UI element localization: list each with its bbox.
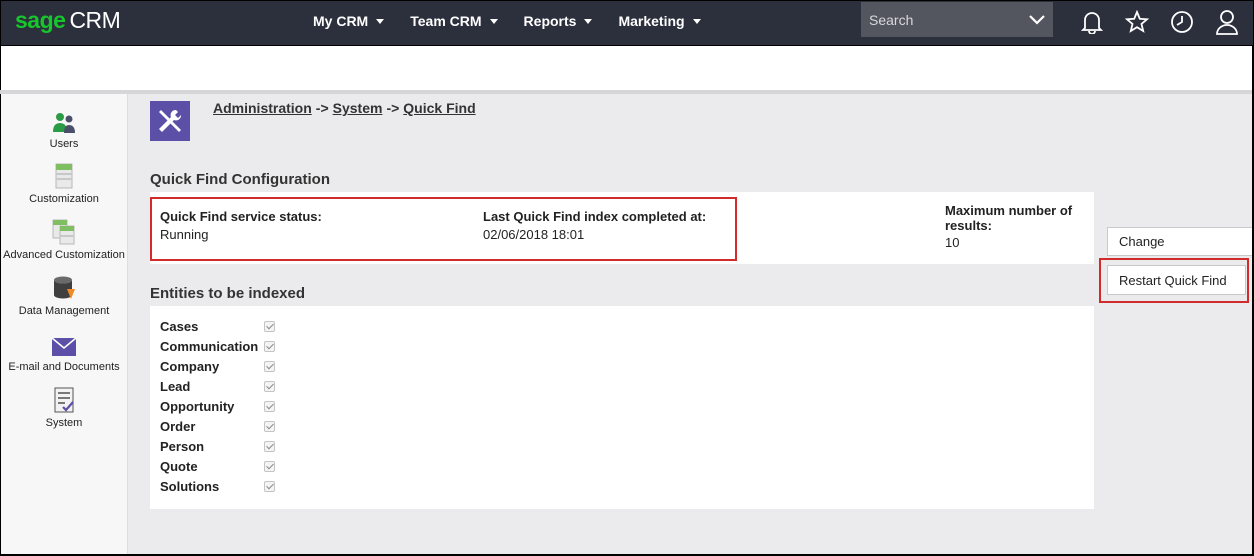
entity-name: Company [160, 358, 220, 374]
entity-name: Order [160, 418, 196, 434]
caret-down-icon [584, 18, 593, 24]
nav-reports[interactable]: Reports [524, 13, 593, 29]
list-item: Solutions [160, 476, 275, 496]
nav-my-crm-label: My CRM [313, 13, 369, 29]
search-placeholder: Search [869, 11, 914, 28]
list-item: Order [160, 416, 275, 436]
bell-icon[interactable] [1079, 8, 1105, 36]
config-section-title: Quick Find Configuration [150, 171, 330, 188]
entity-name: Solutions [160, 478, 220, 494]
list-item: Company [160, 356, 275, 376]
entity-name: Cases [160, 318, 199, 334]
nav-team-crm-label: Team CRM [410, 13, 482, 29]
sidebar-item-label: Users [49, 138, 79, 150]
sidebar-item-email-documents[interactable]: E-mail and Documents [1, 327, 127, 373]
system-icon [54, 387, 74, 413]
entity-list: Cases Communication Company Lead Opportu… [160, 316, 275, 496]
list-item: Quote [160, 456, 275, 476]
admin-sidebar: Users Customization Advanced Customizati… [0, 94, 128, 556]
breadcrumb-administration[interactable]: Administration [213, 100, 312, 116]
entity-checkbox[interactable] [264, 440, 275, 452]
advanced-customization-icon [52, 219, 75, 245]
max-results-label: Maximum number of results: [945, 203, 1073, 233]
sidebar-item-label: Data Management [18, 305, 110, 317]
star-icon[interactable] [1124, 8, 1150, 36]
divider [0, 90, 1254, 94]
caret-down-icon [692, 18, 701, 24]
entities-panel [150, 306, 1094, 509]
sidebar-item-advanced-customization[interactable]: Advanced Customization [1, 215, 127, 261]
list-item: Communication [160, 336, 275, 356]
entity-checkbox[interactable] [264, 380, 275, 392]
list-item: Person [160, 436, 275, 456]
search-box[interactable]: Search [861, 2, 1053, 37]
entity-checkbox[interactable] [264, 420, 275, 432]
toolbar-strip [0, 46, 1254, 90]
sage-crm-logo[interactable]: sage CRM [15, 7, 121, 34]
breadcrumb-system[interactable]: System [333, 100, 383, 116]
list-item: Lead [160, 376, 275, 396]
logo-sage-text: sage [15, 7, 66, 33]
highlight-box-restart [1099, 258, 1249, 303]
nav-team-crm[interactable]: Team CRM [410, 13, 498, 29]
users-icon [53, 113, 75, 133]
breadcrumb-separator: -> [386, 100, 400, 116]
entity-name: Lead [160, 378, 191, 394]
breadcrumb-quick-find[interactable]: Quick Find [403, 100, 475, 116]
entity-checkbox[interactable] [264, 320, 275, 332]
customization-icon [55, 163, 73, 189]
user-icon[interactable] [1214, 8, 1240, 36]
sidebar-item-label: E-mail and Documents [8, 361, 120, 373]
entity-checkbox[interactable] [264, 400, 275, 412]
sidebar-item-data-management[interactable]: Data Management [1, 271, 127, 317]
clock-icon[interactable] [1169, 8, 1195, 36]
sidebar-item-label: System [45, 417, 83, 429]
top-icons [1079, 8, 1254, 36]
entity-name: Person [160, 438, 205, 454]
logo-crm-text: CRM [69, 7, 121, 33]
entity-name: Opportunity [160, 398, 235, 414]
sidebar-item-label: Customization [29, 193, 99, 205]
nav-reports-label: Reports [523, 13, 577, 29]
sidebar-item-system[interactable]: System [1, 383, 127, 429]
envelope-icon [51, 337, 77, 356]
max-results-value: 10 [945, 235, 960, 250]
nav-marketing-label: Marketing [618, 13, 685, 29]
entity-name: Quote [160, 458, 198, 474]
list-item: Cases [160, 316, 275, 336]
nav-marketing[interactable]: Marketing [618, 13, 701, 29]
main-nav: My CRM Team CRM Reports Marketing [313, 13, 727, 29]
sidebar-item-label: Advanced Customization [3, 249, 125, 261]
entity-checkbox[interactable] [264, 460, 275, 472]
change-button[interactable]: Change [1107, 227, 1254, 256]
entity-checkbox[interactable] [264, 480, 275, 492]
entities-section-title: Entities to be indexed [150, 285, 306, 302]
caret-down-icon [489, 18, 498, 24]
entity-checkbox[interactable] [264, 340, 275, 352]
entity-checkbox[interactable] [264, 360, 275, 372]
highlight-box-status [150, 197, 737, 261]
sidebar-item-users[interactable]: Users [1, 104, 127, 150]
entity-name: Communication [160, 338, 259, 354]
list-item: Opportunity [160, 396, 275, 416]
caret-down-icon [376, 18, 385, 24]
chevron-down-icon[interactable] [1029, 14, 1045, 25]
breadcrumb-separator: -> [315, 100, 329, 116]
top-navigation-bar: sage CRM My CRM Team CRM Reports Marketin… [0, 0, 1254, 46]
administration-tools-icon [150, 101, 190, 141]
sidebar-item-customization[interactable]: Customization [1, 159, 127, 205]
database-icon [54, 276, 75, 299]
breadcrumb: Administration -> System -> Quick Find [213, 100, 476, 116]
nav-my-crm[interactable]: My CRM [313, 13, 385, 29]
